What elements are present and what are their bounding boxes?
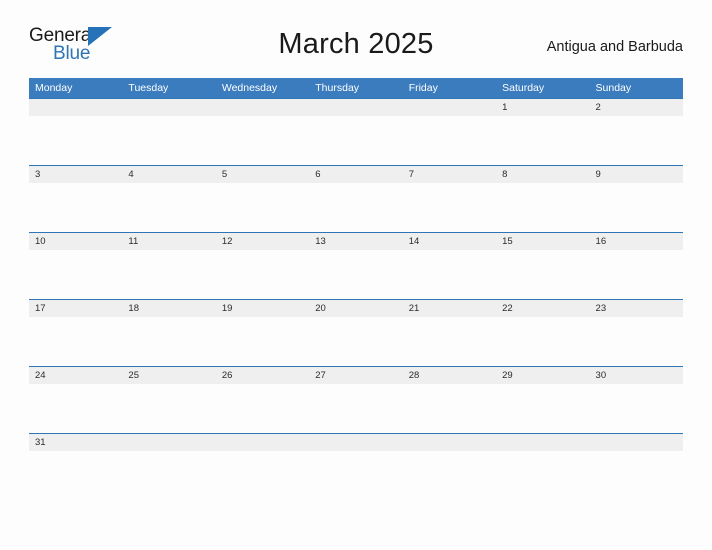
day-cell[interactable]: 6 bbox=[309, 166, 402, 183]
day-cell[interactable]: 15 bbox=[496, 233, 589, 250]
weekday-thursday: Thursday bbox=[315, 82, 360, 94]
weekday-friday: Friday bbox=[408, 82, 438, 94]
week-event-space bbox=[29, 183, 683, 231]
day-cell[interactable] bbox=[122, 434, 215, 451]
day-cell[interactable]: 27 bbox=[309, 367, 402, 384]
day-cell[interactable]: 10 bbox=[29, 233, 122, 250]
date-band: 3 4 5 6 7 8 9 bbox=[29, 166, 683, 183]
day-cell[interactable] bbox=[309, 99, 402, 116]
date-band: 1 2 bbox=[29, 99, 683, 116]
week-row: 1 2 bbox=[29, 98, 683, 165]
day-cell[interactable] bbox=[122, 99, 215, 116]
day-cell[interactable]: 20 bbox=[309, 300, 402, 317]
day-cell[interactable]: 4 bbox=[122, 166, 215, 183]
day-cell[interactable]: 30 bbox=[590, 367, 683, 384]
week-row: 31 bbox=[29, 433, 683, 543]
calendar-page: General Blue March 2025 Antigua and Barb… bbox=[0, 0, 712, 550]
day-cell[interactable]: 5 bbox=[216, 166, 309, 183]
day-cell[interactable]: 11 bbox=[122, 233, 215, 250]
day-cell[interactable]: 31 bbox=[29, 434, 122, 451]
week-row: 10 11 12 13 14 15 16 bbox=[29, 232, 683, 299]
day-cell[interactable] bbox=[403, 99, 496, 116]
week-event-space bbox=[29, 250, 683, 298]
day-cell[interactable]: 26 bbox=[216, 367, 309, 384]
day-cell[interactable]: 17 bbox=[29, 300, 122, 317]
day-cell[interactable] bbox=[403, 434, 496, 451]
week-event-space bbox=[29, 384, 683, 432]
day-cell[interactable]: 16 bbox=[590, 233, 683, 250]
day-cell[interactable]: 1 bbox=[496, 99, 589, 116]
day-cell[interactable]: 7 bbox=[403, 166, 496, 183]
day-cell[interactable] bbox=[216, 434, 309, 451]
day-cell[interactable]: 3 bbox=[29, 166, 122, 183]
day-cell[interactable]: 21 bbox=[403, 300, 496, 317]
calendar-grid: Monday Tuesday Wednesday Thursday Friday… bbox=[29, 78, 683, 543]
week-event-space bbox=[29, 317, 683, 365]
date-band: 24 25 26 27 28 29 30 bbox=[29, 367, 683, 384]
weekday-tuesday: Tuesday bbox=[128, 82, 169, 94]
day-cell[interactable]: 19 bbox=[216, 300, 309, 317]
weekday-header-row: Monday Tuesday Wednesday Thursday Friday… bbox=[29, 78, 683, 98]
day-cell[interactable] bbox=[309, 434, 402, 451]
week-row: 24 25 26 27 28 29 30 bbox=[29, 366, 683, 433]
day-cell[interactable]: 14 bbox=[403, 233, 496, 250]
date-band: 31 bbox=[29, 434, 683, 451]
country-label: Antigua and Barbuda bbox=[546, 39, 683, 55]
weekday-saturday: Saturday bbox=[502, 82, 545, 94]
date-band: 17 18 19 20 21 22 23 bbox=[29, 300, 683, 317]
week-event-space bbox=[29, 451, 683, 499]
day-cell[interactable]: 2 bbox=[590, 99, 683, 116]
day-cell[interactable]: 12 bbox=[216, 233, 309, 250]
date-band: 10 11 12 13 14 15 16 bbox=[29, 233, 683, 250]
week-row: 17 18 19 20 21 22 23 bbox=[29, 299, 683, 366]
page-header: General Blue March 2025 Antigua and Barb… bbox=[29, 24, 683, 72]
weekday-monday: Monday bbox=[35, 82, 73, 94]
day-cell[interactable]: 28 bbox=[403, 367, 496, 384]
week-row: 3 4 5 6 7 8 9 bbox=[29, 165, 683, 232]
day-cell[interactable]: 25 bbox=[122, 367, 215, 384]
day-cell[interactable]: 13 bbox=[309, 233, 402, 250]
week-event-space bbox=[29, 116, 683, 164]
weekday-wednesday: Wednesday bbox=[221, 82, 278, 94]
day-cell[interactable]: 18 bbox=[122, 300, 215, 317]
day-cell[interactable]: 8 bbox=[496, 166, 589, 183]
day-cell[interactable]: 29 bbox=[496, 367, 589, 384]
day-cell[interactable]: 9 bbox=[590, 166, 683, 183]
day-cell[interactable]: 22 bbox=[496, 300, 589, 317]
day-cell[interactable]: 23 bbox=[590, 300, 683, 317]
day-cell[interactable] bbox=[216, 99, 309, 116]
day-cell[interactable]: 24 bbox=[29, 367, 122, 384]
day-cell[interactable] bbox=[590, 434, 683, 451]
day-cell[interactable] bbox=[496, 434, 589, 451]
weekday-sunday: Sunday bbox=[595, 82, 632, 94]
day-cell[interactable] bbox=[29, 99, 122, 116]
